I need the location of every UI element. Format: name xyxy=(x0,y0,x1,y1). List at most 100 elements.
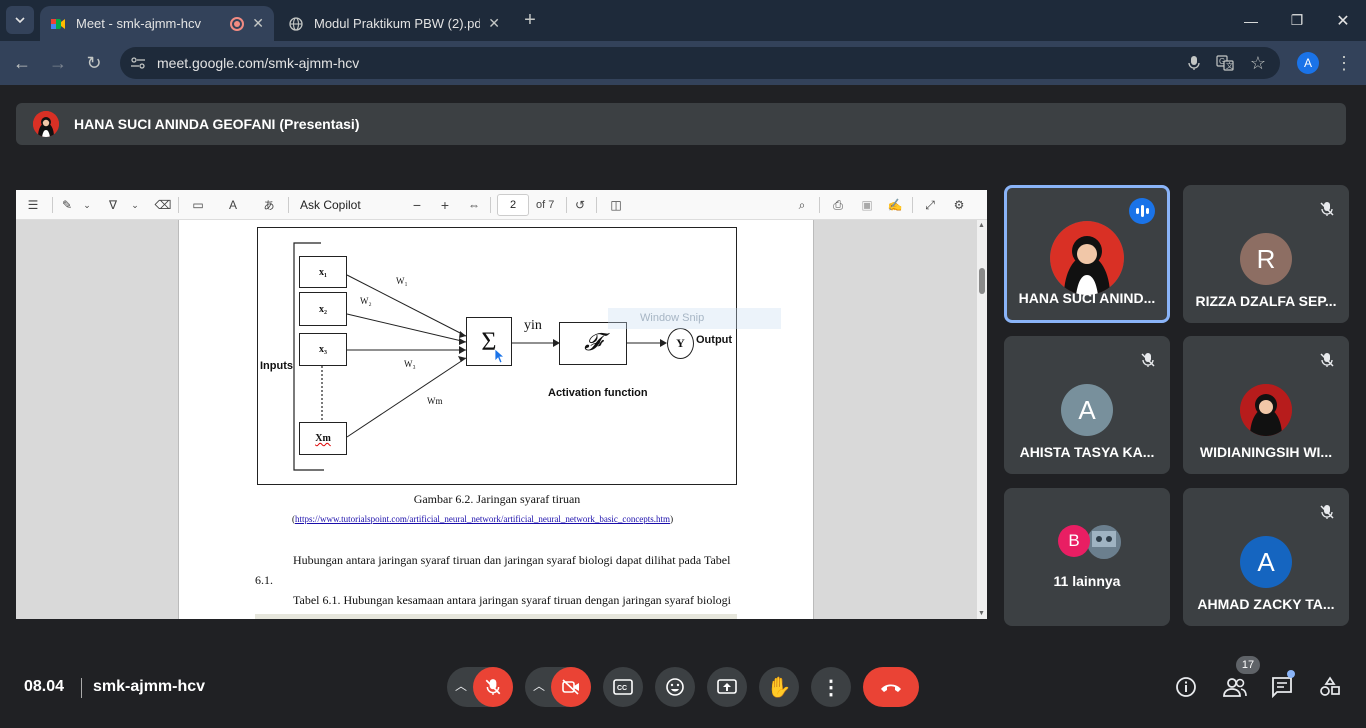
microphone-icon[interactable] xyxy=(1184,53,1204,73)
rotate-icon[interactable]: ↺ xyxy=(571,196,589,214)
globe-icon xyxy=(288,16,304,32)
participant-name: RIZZA DZALFA SEP... xyxy=(1195,293,1337,309)
scroll-up-icon[interactable]: ▲ xyxy=(978,222,985,229)
back-button[interactable]: ← xyxy=(8,49,36,77)
pdf-viewport[interactable]: x₁ x₂ x₃ Xm Inputs W₁ W₂ W₃ Wm Σ yin 𝓕 Y… xyxy=(16,220,987,619)
audio-options-chevron-icon[interactable]: ︿ xyxy=(455,677,467,694)
weight-label-wm: Wm xyxy=(427,396,443,406)
print-icon[interactable]: ⎙ xyxy=(829,196,847,214)
bookmark-star-icon[interactable]: ☆ xyxy=(1248,53,1268,73)
camera-toggle-button[interactable] xyxy=(551,667,591,707)
pdf-page: x₁ x₂ x₃ Xm Inputs W₁ W₂ W₃ Wm Σ yin 𝓕 Y… xyxy=(178,220,814,619)
participant-avatar: R xyxy=(1240,233,1292,285)
close-icon: ✕ xyxy=(1336,12,1350,30)
fullscreen-icon[interactable]: ⤢ xyxy=(921,196,939,214)
arrow-right-icon: → xyxy=(49,52,67,73)
address-bar[interactable]: meet.google.com/smk-ajmm-hcv G文 ☆ xyxy=(120,47,1280,79)
participant-avatar: B xyxy=(1058,525,1090,557)
source-link[interactable]: (https://www.tutorialspoint.com/artifici… xyxy=(292,514,673,524)
leave-call-button[interactable] xyxy=(863,667,919,707)
arrow-left-icon: ← xyxy=(13,52,31,73)
url-text: meet.google.com/smk-ajmm-hcv xyxy=(157,55,360,71)
close-window-button[interactable]: ✕ xyxy=(1320,0,1366,41)
scrollbar-thumb[interactable] xyxy=(979,268,985,294)
new-tab-button[interactable]: + xyxy=(516,6,544,34)
input-node-x2: x₂ xyxy=(299,292,347,326)
participant-avatar: A xyxy=(1061,384,1113,436)
camera-off-icon xyxy=(562,679,579,695)
meeting-details-button[interactable] xyxy=(1172,672,1200,702)
tab-title: Modul Praktikum PBW (2).pdf xyxy=(314,16,481,31)
paragraph-line-2: 6.1. xyxy=(255,573,273,587)
page-view-icon[interactable]: ◫ xyxy=(607,196,625,214)
search-icon[interactable]: ⌕ xyxy=(793,196,811,214)
participant-tile[interactable]: HANA SUCI ANIND... xyxy=(1004,185,1170,323)
more-options-button[interactable]: ⋮ xyxy=(811,667,851,707)
page-number-input[interactable]: 2 xyxy=(497,194,529,216)
figure-caption: Gambar 6.2. Jaringan syaraf tiruan xyxy=(413,492,581,506)
save-icon[interactable]: ▣ xyxy=(858,196,876,214)
participant-tile[interactable]: R RIZZA DZALFA SEP... xyxy=(1183,185,1349,323)
draw-icon[interactable]: ∇ xyxy=(104,196,122,214)
tab-search-button[interactable] xyxy=(6,6,34,34)
browser-menu-button[interactable]: ⋮ xyxy=(1330,49,1358,77)
activities-button[interactable] xyxy=(1316,672,1344,702)
video-options-chevron-icon[interactable]: ︿ xyxy=(533,677,545,694)
reactions-button[interactable] xyxy=(655,667,695,707)
forward-button[interactable]: → xyxy=(44,49,72,77)
page-total: of 7 xyxy=(536,199,555,211)
people-button[interactable] xyxy=(1220,672,1250,702)
site-info-icon[interactable] xyxy=(128,53,148,73)
mic-off-icon xyxy=(1317,350,1337,370)
meeting-code: smk-ajmm-hcv xyxy=(93,678,206,695)
plus-icon: + xyxy=(524,8,536,31)
pdf-toolbar: ☰ ✎ ⌄ ∇ ⌄ ⌫ ▭ A あ Ask Copilot − + ⇔ 2 of… xyxy=(16,190,987,220)
tab-pdf[interactable]: Modul Praktikum PBW (2).pdf ✕ xyxy=(278,6,510,41)
close-tab-icon[interactable]: ✕ xyxy=(488,15,500,32)
zoom-out-icon[interactable]: − xyxy=(408,196,426,214)
contents-icon[interactable]: ☰ xyxy=(24,196,42,214)
text-box-icon[interactable]: ▭ xyxy=(189,196,207,214)
translate-icon[interactable]: あ xyxy=(260,196,278,214)
fit-width-icon[interactable]: ⇔ xyxy=(465,196,483,214)
translate-icon[interactable]: G文 xyxy=(1215,53,1235,73)
participant-avatar xyxy=(1087,525,1121,559)
paragraph-line-1: Hubungan antara jaringan syaraf tiruan d… xyxy=(293,553,731,567)
read-aloud-icon[interactable]: A xyxy=(224,196,242,214)
chevron-down-icon[interactable]: ⌄ xyxy=(126,196,144,214)
pdf-scrollbar[interactable]: ▲ ▼ xyxy=(977,220,987,619)
restore-button[interactable]: ❐ xyxy=(1274,0,1320,41)
eraser-icon[interactable]: ⌫ xyxy=(154,196,172,214)
ask-copilot-button[interactable]: Ask Copilot xyxy=(300,198,361,212)
save-as-icon[interactable]: ✍ xyxy=(886,196,904,214)
participant-tile[interactable]: A AHMAD ZACKY TA... xyxy=(1183,488,1349,626)
microphone-toggle-button[interactable] xyxy=(473,667,513,707)
participant-name: AHMAD ZACKY TA... xyxy=(1197,596,1335,612)
people-icon xyxy=(1223,678,1247,697)
chevron-down-icon[interactable]: ⌄ xyxy=(78,196,96,214)
settings-gear-icon[interactable]: ⚙ xyxy=(950,196,968,214)
chevron-down-icon xyxy=(15,17,25,24)
mic-off-icon xyxy=(1317,502,1337,522)
zoom-in-icon[interactable]: + xyxy=(436,196,454,214)
hang-up-icon xyxy=(881,684,901,692)
raise-hand-button[interactable]: ✋ xyxy=(759,667,799,707)
highlight-icon[interactable]: ✎ xyxy=(58,196,76,214)
participant-name: WIDIANINGSIH WI... xyxy=(1199,444,1333,460)
participant-avatar xyxy=(1240,384,1292,436)
captions-button[interactable]: CC xyxy=(603,667,643,707)
others-tile[interactable]: B 11 lainnya xyxy=(1004,488,1170,626)
restore-icon: ❐ xyxy=(1290,12,1304,28)
participant-tile[interactable]: A AHISTA TASYA KA... xyxy=(1004,336,1170,474)
reload-button[interactable]: ↻ xyxy=(80,49,108,77)
more-vertical-icon: ⋮ xyxy=(821,676,841,699)
present-screen-button[interactable] xyxy=(707,667,747,707)
scroll-down-icon[interactable]: ▼ xyxy=(978,610,985,617)
mic-off-icon xyxy=(1138,350,1158,370)
source-link-text[interactable]: https://www.tutorialspoint.com/artificia… xyxy=(295,514,670,524)
tab-meet[interactable]: Meet - smk-ajmm-hcv ✕ xyxy=(40,6,274,41)
profile-avatar[interactable]: A xyxy=(1297,52,1319,74)
close-tab-icon[interactable]: ✕ xyxy=(252,15,264,32)
participant-tile[interactable]: WIDIANINGSIH WI... xyxy=(1183,336,1349,474)
minimize-button[interactable]: — xyxy=(1228,0,1274,41)
